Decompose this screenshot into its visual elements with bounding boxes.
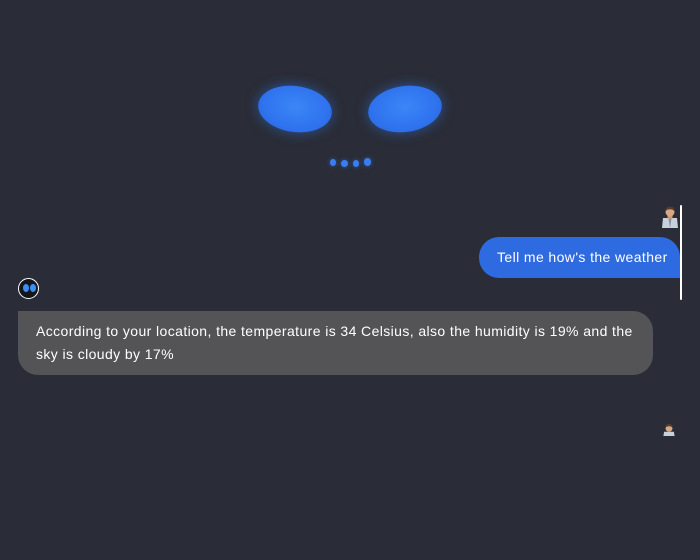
chat-scrollbar[interactable] [680, 205, 682, 300]
user-avatar-icon [663, 423, 675, 436]
speaking-dot [353, 160, 359, 167]
robot-eyes-icon [18, 278, 39, 299]
speaking-dot [341, 160, 348, 167]
assistant-left-eye [255, 81, 335, 137]
assistant-right-eye [365, 81, 445, 137]
speaking-dot [364, 158, 371, 166]
user-avatar-icon [662, 206, 678, 228]
bot-message-bubble: According to your location, the temperat… [18, 311, 653, 375]
user-message-bubble: Tell me how's the weather [479, 237, 680, 278]
assistant-face [0, 0, 700, 190]
speaking-dot [330, 159, 336, 166]
